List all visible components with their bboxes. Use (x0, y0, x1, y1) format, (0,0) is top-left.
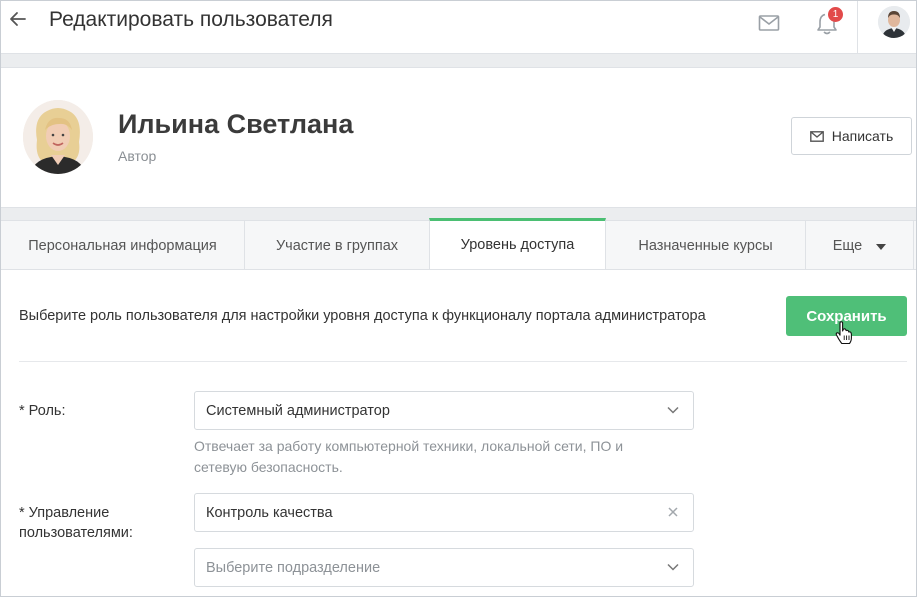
profile-name: Ильина Светлана (118, 109, 354, 139)
notification-badge: 1 (828, 7, 843, 22)
top-bar: Редактировать пользователя 1 (1, 1, 916, 54)
department-placeholder: Выберите подразделение (206, 559, 381, 576)
users-management-value: Контроль качества (206, 504, 333, 521)
role-label: * Роль: (19, 403, 66, 419)
section-divider (19, 361, 907, 362)
profile-photo (23, 100, 93, 174)
users-management-label: * Управление пользователями: (19, 503, 133, 543)
tab-bar: Персональная информация Участие в группа… (1, 218, 916, 270)
write-message-button[interactable]: Написать (791, 117, 912, 155)
department-select[interactable]: Выберите подразделение (194, 548, 694, 587)
role-hint-text: Выберите роль пользователя для настройки… (19, 308, 706, 324)
tab-personal-info[interactable]: Персональная информация (1, 221, 245, 270)
chevron-down-icon (667, 563, 679, 571)
access-level-panel: Выберите роль пользователя для настройки… (1, 270, 916, 596)
profile-avatar (23, 100, 93, 174)
tab-label: Назначенные курсы (638, 237, 773, 254)
role-select[interactable]: Системный администратор (194, 391, 694, 430)
role-select-value: Системный администратор (206, 402, 390, 419)
avatar-image (878, 6, 910, 38)
users-management-label-line1: * Управление (19, 505, 110, 521)
tab-more[interactable]: Еще (806, 221, 914, 270)
tab-label: Еще (832, 237, 863, 254)
hand-cursor-icon (835, 321, 852, 345)
tab-access-level[interactable]: Уровень доступа (429, 218, 606, 269)
caret-down-icon (876, 243, 887, 250)
app-window: Редактировать пользователя 1 Ильина Свет… (0, 0, 917, 597)
user-avatar[interactable] (878, 6, 910, 38)
users-management-select[interactable]: Контроль качества (194, 493, 694, 532)
write-button-label: Написать (831, 128, 894, 144)
tab-label: Персональная информация (28, 237, 217, 254)
envelope-icon (809, 130, 824, 142)
arrow-left-icon[interactable] (9, 10, 27, 28)
tab-assigned-courses[interactable]: Назначенные курсы (606, 221, 806, 270)
page-title: Редактировать пользователя (49, 8, 333, 31)
header-divider (857, 1, 858, 54)
tab-label: Участие в группах (275, 237, 399, 254)
notifications-button[interactable]: 1 (813, 7, 843, 37)
role-description: Отвечает за работу компьютерной техники,… (194, 438, 624, 475)
chevron-down-icon (667, 406, 679, 414)
profile-card: Ильина Светлана Автор Написать (1, 67, 916, 208)
tab-groups[interactable]: Участие в группах (245, 221, 430, 270)
mail-icon[interactable] (758, 14, 780, 32)
users-management-label-line2: пользователями: (19, 525, 133, 541)
clear-icon[interactable] (667, 506, 679, 518)
tab-label: Уровень доступа (460, 237, 575, 253)
profile-role: Автор (118, 148, 157, 164)
